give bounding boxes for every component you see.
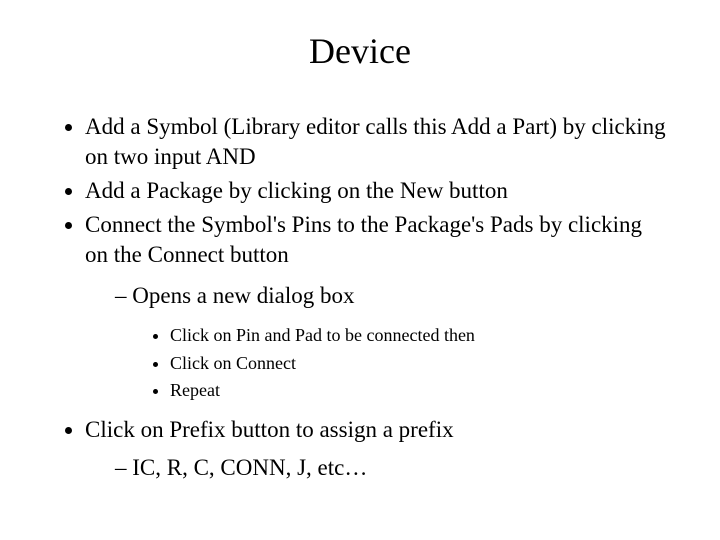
list-item-text: Opens a new dialog box [132,283,354,308]
list-item: Repeat [170,378,670,403]
list-item: Connect the Symbol's Pins to the Package… [85,210,670,403]
list-item: Click on Prefix button to assign a prefi… [85,415,670,483]
list-item-text: IC, R, C, CONN, J, etc… [132,455,367,480]
bullet-list-level1: Add a Symbol (Library editor calls this … [50,112,670,483]
bullet-list-level3: Click on Pin and Pad to be connected the… [115,323,670,403]
bullet-list-level2: IC, R, C, CONN, J, etc… [85,453,670,483]
list-item: IC, R, C, CONN, J, etc… [115,453,670,483]
list-item: Add a Package by clicking on the New but… [85,176,670,206]
list-item-text: Click on Prefix button to assign a prefi… [85,417,454,442]
list-item: Click on Connect [170,351,670,376]
bullet-list-level2: Opens a new dialog box Click on Pin and … [85,281,670,402]
list-item-text: Connect the Symbol's Pins to the Package… [85,212,642,267]
list-item: Add a Symbol (Library editor calls this … [85,112,670,172]
slide-title: Device [50,30,670,72]
list-item: Opens a new dialog box Click on Pin and … [115,281,670,402]
list-item: Click on Pin and Pad to be connected the… [170,323,670,348]
